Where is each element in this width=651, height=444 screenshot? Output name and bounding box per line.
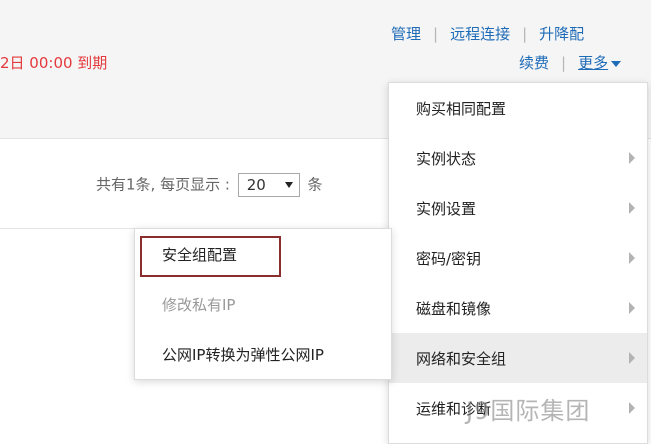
instance-actions-row-2: 续费 | 更多 — [519, 52, 622, 73]
chevron-right-icon — [629, 402, 635, 414]
submenu-item-convert-to-eip[interactable]: 公网IP转换为弹性公网IP — [135, 329, 391, 379]
menu-item-label: 购买相同配置 — [416, 99, 507, 118]
menu-item-label: 密码/密钥 — [416, 249, 482, 268]
page-size-select[interactable]: 20 — [237, 173, 300, 197]
more-dropdown-toggle[interactable]: 更多 — [578, 52, 622, 73]
menu-item-label: 实例设置 — [416, 199, 477, 218]
submenu-item-label: 公网IP转换为弹性公网IP — [162, 345, 324, 364]
menu-item-label: 网络和安全组 — [416, 349, 507, 368]
chevron-right-icon — [629, 152, 635, 164]
expiry-date: 2日 00:00 到期 — [0, 54, 108, 72]
menu-item-label: 实例状态 — [416, 149, 477, 168]
manage-link[interactable]: 管理 — [391, 25, 421, 43]
menu-item-instance-settings[interactable]: 实例设置 — [389, 183, 647, 233]
chevron-right-icon — [629, 202, 635, 214]
menu-item-buy-same-config[interactable]: 购买相同配置 — [389, 83, 647, 133]
chevron-right-icon — [629, 302, 635, 314]
page-size-unit: 条 — [307, 175, 323, 194]
more-dropdown-menu: 购买相同配置 实例状态 实例设置 密码/密钥 磁盘和镜像 网络和安全组 运维和诊… — [388, 82, 648, 444]
pagination-bar: 共有1条, 每页显示 : 20 条 — [96, 173, 322, 197]
watermark: J9国际集团 — [466, 397, 591, 425]
submenu-item-label: 修改私有IP — [162, 295, 236, 314]
dropdown-arrow-icon — [284, 182, 293, 188]
highlight-annotation-box — [140, 236, 281, 277]
upgrade-downgrade-link[interactable]: 升降配 — [539, 25, 584, 43]
menu-item-instance-status[interactable]: 实例状态 — [389, 133, 647, 183]
separator: | — [522, 25, 528, 43]
separator: | — [433, 25, 439, 43]
menu-item-network-security-group[interactable]: 网络和安全组 — [389, 333, 647, 383]
pagination-summary: 共有1条, 每页显示 : — [96, 175, 230, 194]
more-link[interactable]: 更多 — [578, 54, 608, 72]
menu-item-password-key[interactable]: 密码/密钥 — [389, 233, 647, 283]
renew-link[interactable]: 续费 — [519, 54, 549, 72]
separator: | — [561, 54, 567, 72]
menu-item-disk-image[interactable]: 磁盘和镜像 — [389, 283, 647, 333]
chevron-right-icon — [629, 352, 635, 364]
instance-actions-row: 管理 | 远程连接 | 升降配 — [391, 23, 584, 44]
page-size-value: 20 — [246, 176, 266, 194]
chevron-right-icon — [629, 252, 635, 264]
remote-connect-link[interactable]: 远程连接 — [450, 25, 510, 43]
menu-item-label: 磁盘和镜像 — [416, 299, 492, 318]
caret-down-icon — [611, 60, 622, 67]
submenu-item-modify-private-ip: 修改私有IP — [135, 279, 391, 329]
